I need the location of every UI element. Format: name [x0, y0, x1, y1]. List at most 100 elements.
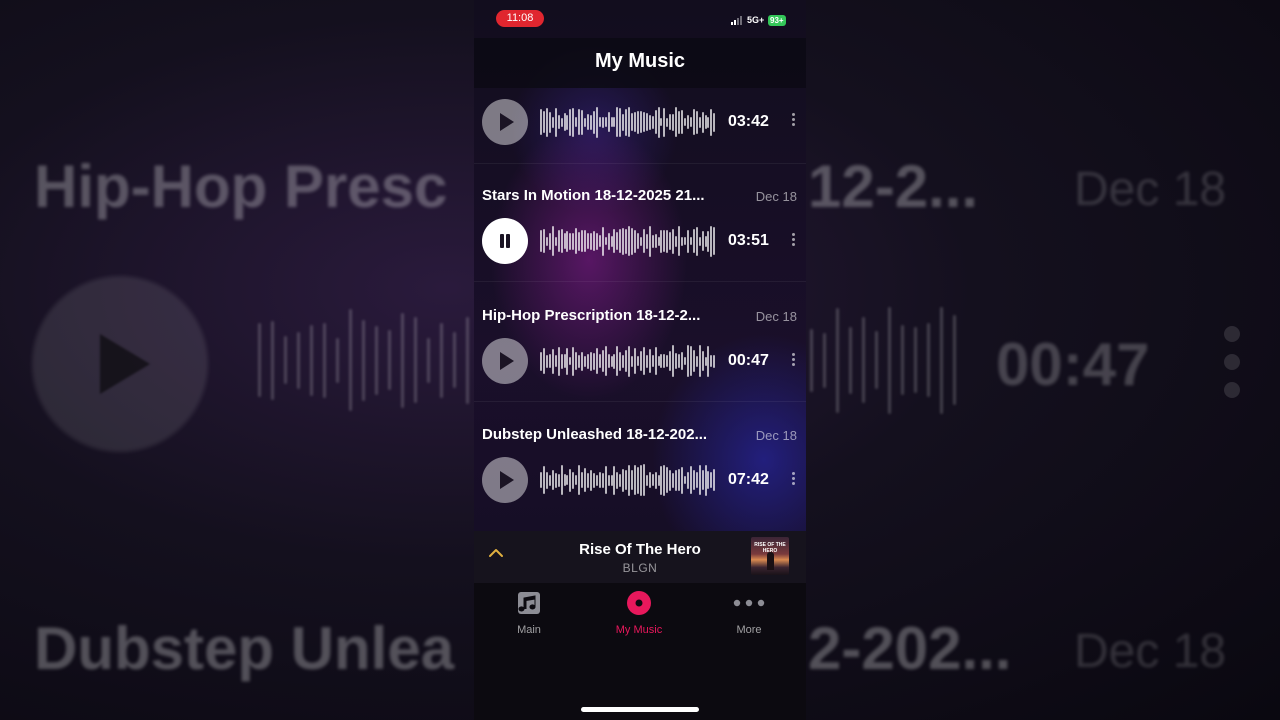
waveform-bar — [554, 355, 557, 367]
track-title: Hip-Hop Prescription 18-12-2... — [482, 307, 701, 324]
waveform-bar — [669, 469, 672, 491]
waveform-bar — [707, 116, 710, 128]
album-artwork[interactable]: RISE OF THE HERO — [751, 537, 789, 575]
waveform-bar — [631, 227, 634, 255]
waveform-bar — [669, 232, 672, 250]
phone-screen: 11:08 5G+ 93+ My Music 03:42 Stars In Mo… — [474, 0, 806, 720]
pause-button[interactable] — [482, 218, 528, 264]
track-row[interactable]: Stars In Motion 18-12-2025 21... Dec 18 … — [474, 164, 806, 282]
waveform-bar — [678, 469, 681, 491]
waveform-bar — [607, 112, 610, 132]
waveform-bar — [701, 351, 704, 371]
play-button[interactable] — [482, 457, 528, 503]
tab-label: More — [736, 624, 762, 636]
home-indicator — [581, 707, 699, 712]
waveform-bar — [572, 232, 575, 250]
waveform[interactable] — [540, 224, 716, 258]
waveform-bar — [710, 108, 713, 136]
waveform-bar — [642, 347, 645, 375]
waveform-bar — [625, 228, 628, 254]
waveform-bar — [619, 473, 622, 487]
waveform-bar — [678, 110, 681, 134]
waveform[interactable] — [540, 463, 716, 497]
more-options-icon[interactable] — [790, 231, 796, 251]
waveform-bar — [587, 472, 589, 488]
tab-my-music[interactable]: My Music — [584, 591, 694, 636]
waveform[interactable] — [540, 105, 716, 139]
waveform-bar — [604, 466, 607, 494]
waveform-bar — [581, 109, 584, 135]
bg-waveform-bar — [362, 319, 365, 401]
waveform-bar — [683, 237, 686, 245]
bg-waveform-bar — [271, 320, 274, 400]
mini-player[interactable]: Rise Of The Hero BLGN RISE OF THE HERO — [474, 531, 806, 583]
track-row[interactable]: Hip-Hop Prescription 18-12-2... Dec 18 0… — [474, 284, 806, 402]
track-row[interactable]: 03:42 — [474, 46, 806, 164]
waveform-bar — [660, 465, 663, 495]
bg-play-icon — [100, 334, 150, 394]
more-options-icon[interactable] — [790, 111, 796, 131]
more-options-icon[interactable] — [790, 470, 796, 490]
waveform-bar — [542, 111, 545, 133]
play-button[interactable] — [482, 338, 528, 384]
waveform-bar — [575, 117, 578, 127]
waveform-bar — [681, 466, 683, 494]
waveform-bar — [683, 118, 686, 126]
waveform-bar — [707, 230, 710, 252]
waveform-bar — [563, 474, 566, 486]
track-row[interactable]: Dubstep Unleashed 18-12-202... Dec 18 07… — [474, 403, 806, 521]
track-title: Dubstep Unleashed 18-12-202... — [482, 426, 708, 443]
waveform-bar — [569, 108, 572, 136]
waveform-bar — [607, 474, 610, 486]
waveform-bar — [631, 470, 634, 490]
waveform-bar — [581, 351, 584, 371]
waveform-bar — [689, 117, 692, 127]
waveform-bar — [636, 233, 639, 249]
waveform-bar — [663, 107, 666, 137]
waveform-bar — [619, 107, 622, 137]
waveform-bar — [604, 237, 607, 245]
waveform-bar — [657, 236, 660, 246]
waveform-bar — [645, 233, 648, 249]
waveform-bar — [672, 345, 675, 377]
waveform-bar — [616, 107, 619, 137]
waveform-bar — [704, 115, 707, 129]
waveform-bar — [704, 235, 707, 247]
waveform-bar — [660, 354, 663, 368]
waveform-bar — [540, 230, 542, 252]
waveform-bar — [545, 471, 548, 489]
waveform-bar — [698, 236, 701, 246]
track-date: Dec 18 — [755, 309, 797, 324]
track-duration: 03:51 — [728, 232, 769, 249]
waveform-bar — [642, 464, 645, 496]
waveform-bar — [654, 471, 657, 489]
bg-waveform-bar — [875, 331, 878, 389]
waveform-bar — [616, 471, 619, 489]
waveform[interactable] — [540, 344, 716, 378]
waveform-bar — [631, 355, 634, 367]
waveform-bar — [601, 226, 604, 256]
waveform-bar — [686, 471, 689, 489]
more-dots-icon — [733, 599, 765, 607]
waveform-bar — [695, 110, 698, 134]
play-icon — [500, 352, 514, 370]
waveform-bar — [648, 349, 651, 373]
waveform-bar — [681, 352, 683, 370]
waveform-bar — [681, 110, 683, 134]
waveform-bar — [613, 229, 616, 253]
bg-waveform-bar — [336, 337, 339, 383]
status-time: 11:08 — [496, 10, 544, 27]
music-note-icon — [518, 592, 540, 614]
waveform-bar — [607, 232, 610, 250]
waveform-bar — [554, 472, 557, 488]
tab-main[interactable]: Main — [474, 591, 584, 636]
tab-more[interactable]: More — [694, 591, 804, 636]
waveform-bar — [572, 346, 575, 376]
bg-dot — [1224, 326, 1240, 342]
waveform-bar — [551, 470, 554, 490]
play-button[interactable] — [482, 99, 528, 145]
waveform-bar — [651, 474, 654, 486]
more-options-icon[interactable] — [790, 351, 796, 371]
waveform-bar — [619, 351, 622, 371]
waveform-bar — [584, 355, 587, 367]
